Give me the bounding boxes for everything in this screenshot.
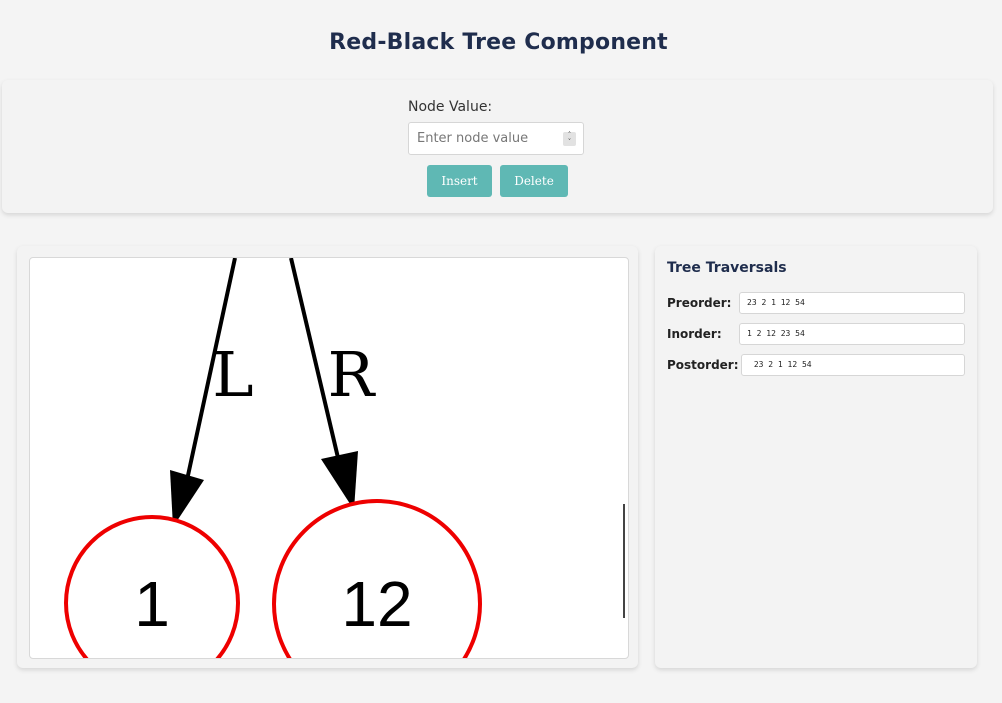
edge-label-right: R: [328, 338, 377, 411]
tree-canvas[interactable]: L R 1 12: [29, 257, 629, 659]
control-panel: Node Value: ˄˅ Insert Delete: [2, 80, 993, 213]
number-spinner-icon[interactable]: ˄ ˅: [563, 132, 576, 146]
node-value-input[interactable]: [408, 122, 584, 155]
scrollbar[interactable]: [623, 504, 625, 618]
preorder-label: Preorder:: [667, 296, 732, 310]
edge-label-left: L: [212, 338, 253, 411]
arrowhead-icon: [321, 451, 358, 510]
page-title: Red-Black Tree Component: [329, 30, 668, 55]
inorder-output[interactable]: 1 2 12 23 54: [739, 323, 965, 345]
traversals-title: Tree Traversals: [667, 260, 787, 276]
delete-button[interactable]: Delete: [500, 165, 568, 197]
node-value: 12: [341, 568, 412, 640]
preorder-output[interactable]: 23 2 1 12 54: [739, 292, 965, 314]
postorder-label: Postorder:: [667, 358, 739, 372]
tree-node[interactable]: 1: [64, 515, 240, 658]
inorder-label: Inorder:: [667, 327, 722, 341]
traversals-panel: Tree Traversals Preorder: 23 2 1 12 54 I…: [655, 246, 977, 668]
tree-node[interactable]: 12: [272, 499, 482, 658]
postorder-output[interactable]: 23 2 1 12 54: [741, 354, 965, 376]
tree-visualization-panel: L R 1 12: [17, 246, 638, 668]
tree-graph: L R 1 12: [64, 258, 482, 658]
node-value-label: Node Value:: [408, 99, 493, 115]
insert-button[interactable]: Insert: [427, 165, 492, 197]
node-value: 1: [134, 568, 170, 640]
